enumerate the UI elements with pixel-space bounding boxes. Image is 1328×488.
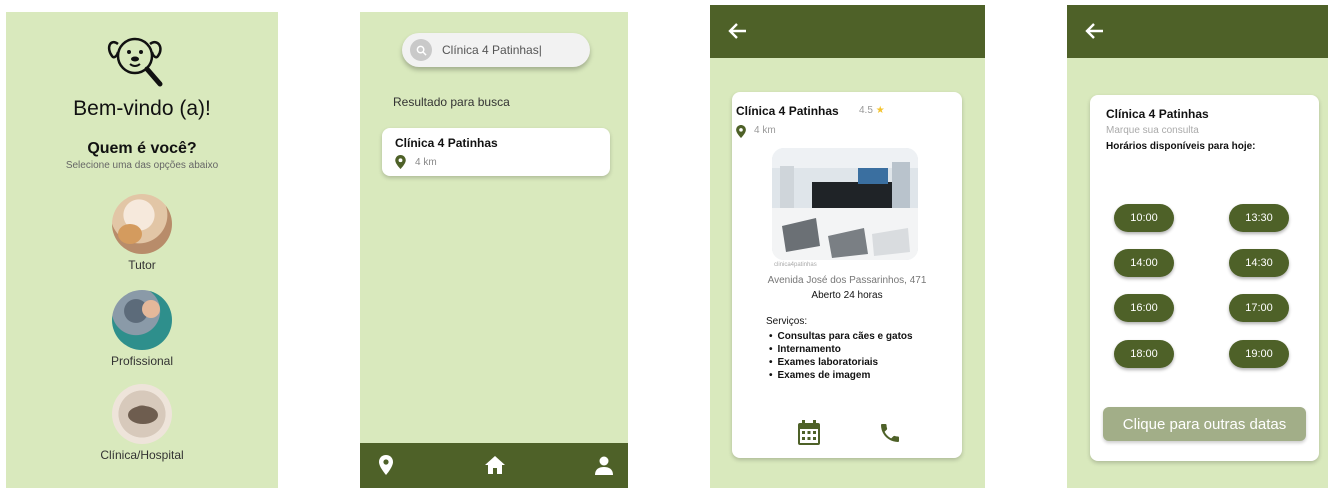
results-label: Resultado para busca [393,95,510,109]
time-slot-button[interactable]: 13:30 [1229,204,1289,232]
calendar-icon[interactable] [797,420,821,446]
dog-magnifier-logo-icon [107,37,163,87]
who-are-you-heading: Quem é você? [87,140,197,157]
time-slot-button[interactable]: 14:00 [1114,249,1174,277]
search-icon [416,45,427,56]
schedule-screen: Clínica 4 Patinhas Marque sua consulta H… [1067,5,1328,488]
location-pin-icon [736,125,746,138]
photo-credit: clinica4patinhas [774,262,817,268]
clinic-photo [772,148,918,260]
result-distance: 4 km [395,155,437,169]
search-result-card[interactable]: Clínica 4 Patinhas 4 km [382,128,610,176]
location-pin-icon[interactable] [374,453,398,477]
search-input[interactable]: Clínica 4 Patinhas| [442,43,542,57]
available-times-label: Horários disponíveis para hoje: [1106,141,1256,152]
services-heading: Serviços: [766,316,808,327]
time-slot-button[interactable]: 10:00 [1114,204,1174,232]
service-item: Exames de imagem [769,369,913,382]
service-item: Consultas para cães e gatos [769,330,913,343]
clinic-details-screen: Clínica 4 Patinhas 4.5 ★ 4 km clinica4pa… [710,5,985,488]
clinic-rating: 4.5 ★ [859,105,885,116]
service-item: Internamento [769,343,913,356]
clinic-interior-image [772,148,918,260]
clinic-address: Avenida José dos Passarinhos, 471 [767,275,927,286]
professional-avatar[interactable] [112,290,172,350]
schedule-clinic-name: Clínica 4 Patinhas [1106,107,1209,121]
welcome-screen: Bem-vindo (a)! Quem é você? Selecione um… [6,12,278,488]
services-list: Consultas para cães e gatos Internamento… [769,330,913,382]
search-icon-circle[interactable] [410,39,432,61]
schedule-card: Clínica 4 Patinhas Marque sua consulta H… [1090,95,1319,461]
star-icon: ★ [875,105,885,116]
select-option-hint: Selecione uma das opções abaixo [65,160,219,171]
role-option-tutor[interactable]: Tutor [6,194,278,272]
tutor-avatar[interactable] [112,194,172,254]
result-distance-text: 4 km [415,156,437,168]
clinic-card: Clínica 4 Patinhas 4.5 ★ 4 km clinica4pa… [732,92,962,458]
time-slot-button[interactable]: 17:00 [1229,294,1289,322]
search-bar[interactable]: Clínica 4 Patinhas| [402,33,590,67]
phone-icon[interactable] [878,421,902,445]
time-slot-button[interactable]: 14:30 [1229,249,1289,277]
location-pin-icon [395,155,406,169]
bottom-navigation [360,443,628,488]
back-arrow-icon[interactable] [1083,19,1107,43]
role-label-tutor: Tutor [128,258,156,272]
result-clinic-name: Clínica 4 Patinhas [395,136,498,150]
service-item: Exames laboratoriais [769,356,913,369]
role-option-professional[interactable]: Profissional [6,290,278,368]
clinic-hours: Aberto 24 horas [811,290,883,301]
user-icon[interactable] [592,453,616,477]
rating-value: 4.5 [859,105,873,116]
role-label-clinic: Clínica/Hospital [100,448,184,462]
time-slot-button[interactable]: 16:00 [1114,294,1174,322]
top-bar [710,5,985,58]
top-bar [1067,5,1328,58]
clinic-distance: 4 km [754,125,776,136]
clinic-avatar[interactable] [112,384,172,444]
role-option-clinic[interactable]: Clínica/Hospital [6,384,278,462]
home-icon[interactable] [483,453,507,477]
schedule-subtitle: Marque sua consulta [1106,125,1199,136]
clinic-name: Clínica 4 Patinhas [736,104,839,118]
role-label-professional: Profissional [110,354,174,368]
time-slot-button[interactable]: 18:00 [1114,340,1174,368]
back-arrow-icon[interactable] [726,19,750,43]
welcome-title: Bem-vindo (a)! [73,97,211,120]
search-screen: Clínica 4 Patinhas| Resultado para busca… [360,12,628,488]
other-dates-button[interactable]: Clique para outras datas [1103,407,1306,441]
time-slot-button[interactable]: 19:00 [1229,340,1289,368]
